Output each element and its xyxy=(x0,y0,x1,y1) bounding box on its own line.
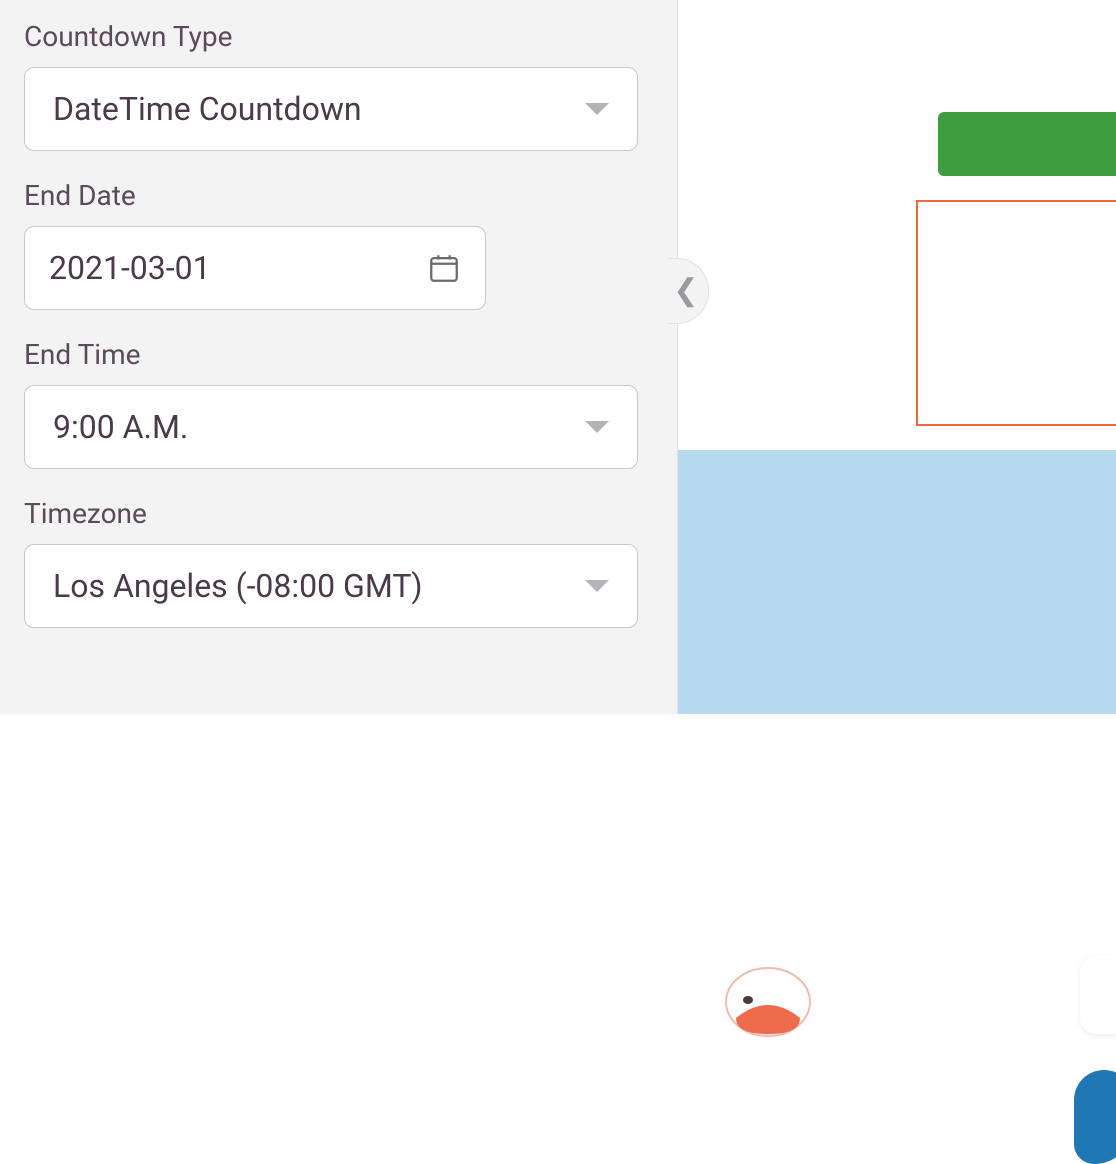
preview-green-button xyxy=(938,112,1116,176)
chevron-down-icon xyxy=(585,421,609,433)
astronaut-illustration xyxy=(708,930,838,1120)
countdown-type-group: Countdown Type DateTime Countdown xyxy=(24,20,653,151)
end-time-group: End Time 9:00 A.M. xyxy=(24,338,653,469)
calendar-icon xyxy=(427,251,461,285)
preview-figure-illustration xyxy=(1074,1070,1116,1164)
countdown-type-select[interactable]: DateTime Countdown xyxy=(24,67,638,151)
chevron-left-icon: ❮ xyxy=(673,273,698,308)
timezone-value: Los Angeles (-08:00 GMT) xyxy=(53,567,585,605)
end-date-group: End Date 2021-03-01 xyxy=(24,179,653,310)
countdown-type-label: Countdown Type xyxy=(24,20,653,53)
timezone-group: Timezone Los Angeles (-08:00 GMT) xyxy=(24,497,653,628)
end-time-label: End Time xyxy=(24,338,653,371)
collapse-sidebar-button[interactable]: ❮ xyxy=(668,258,708,322)
preview-floating-card xyxy=(1080,956,1116,1034)
timezone-label: Timezone xyxy=(24,497,653,530)
end-date-value: 2021-03-01 xyxy=(49,249,427,287)
countdown-type-value: DateTime Countdown xyxy=(53,90,585,128)
preview-selected-block xyxy=(916,200,1116,426)
end-time-select[interactable]: 9:00 A.M. xyxy=(24,385,638,469)
chevron-down-icon xyxy=(585,580,609,592)
end-time-value: 9:00 A.M. xyxy=(53,408,585,446)
preview-canvas xyxy=(678,0,1116,714)
end-date-label: End Date xyxy=(24,179,653,212)
settings-sidebar: Countdown Type DateTime Countdown End Da… xyxy=(0,0,678,714)
preview-illustration-background xyxy=(678,450,1116,714)
end-date-input[interactable]: 2021-03-01 xyxy=(24,226,486,310)
timezone-select[interactable]: Los Angeles (-08:00 GMT) xyxy=(24,544,638,628)
chevron-down-icon xyxy=(585,103,609,115)
